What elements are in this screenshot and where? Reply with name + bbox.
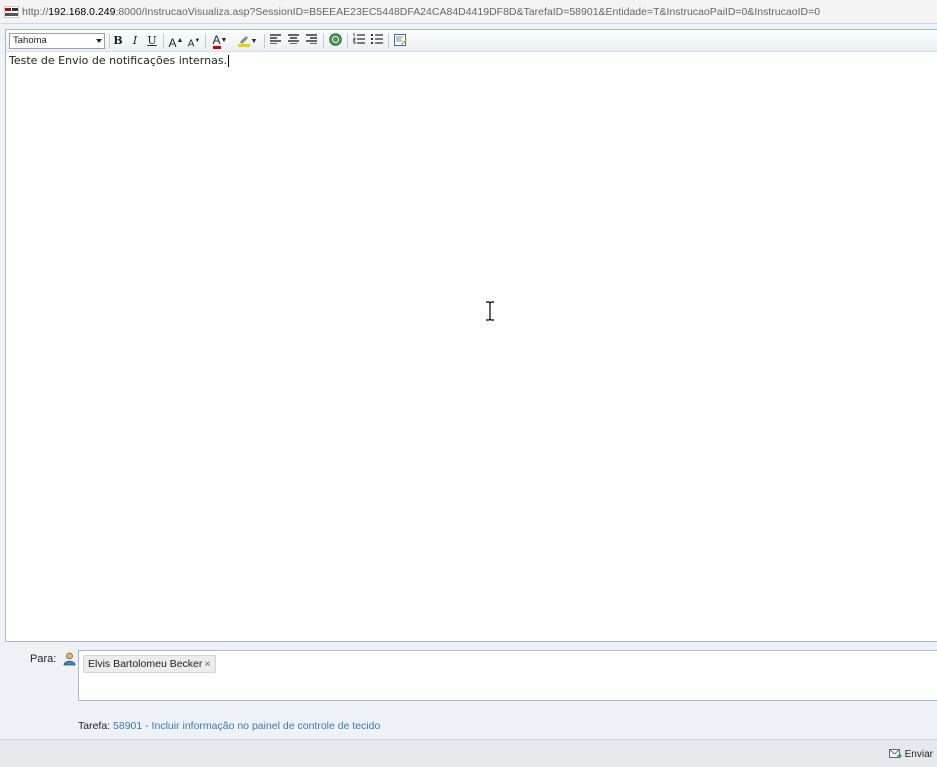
highlight-color-button[interactable]: ▼: [235, 33, 259, 49]
task-link[interactable]: 58901 - Incluir informação no painel de …: [113, 720, 380, 732]
chevron-down-icon: ▼: [250, 38, 258, 45]
grow-font-button[interactable]: A▲: [168, 33, 184, 50]
text-color-button[interactable]: A▼: [209, 33, 231, 49]
footer-bar: Enviar: [0, 739, 937, 767]
text-color-label: A: [212, 33, 221, 49]
site-favicon-icon: [4, 6, 19, 18]
chevron-down-icon: [96, 39, 102, 43]
align-left-button[interactable]: [268, 33, 282, 49]
send-button[interactable]: Enviar: [888, 747, 933, 763]
text-caret: [228, 55, 230, 67]
numbered-list-icon: [352, 33, 365, 45]
task-row: Tarefa: 58901 - Incluir informação no pa…: [78, 720, 380, 732]
highlighter-icon: [237, 36, 250, 47]
edit-html-button[interactable]: [392, 33, 408, 49]
align-left-icon: [269, 34, 281, 45]
globe-link-icon: [328, 33, 342, 46]
align-right-button[interactable]: [304, 33, 318, 49]
bullet-list-button[interactable]: [369, 33, 384, 49]
bullet-list-icon: [370, 34, 383, 44]
recipient-name: Elvis Bartolomeu Becker: [88, 658, 203, 670]
edit-source-icon: [393, 34, 407, 46]
font-family-select[interactable]: Tahoma: [9, 33, 105, 49]
toolbar-separator: [163, 34, 164, 48]
grow-font-label: A: [168, 36, 177, 50]
italic-button[interactable]: I: [128, 33, 142, 49]
numbered-list-button[interactable]: [351, 33, 366, 49]
url-host: 192.168.0.249: [48, 6, 116, 18]
toolbar-separator: [109, 34, 110, 48]
insert-link-button[interactable]: [327, 33, 343, 49]
ibeam-cursor-icon: [486, 301, 494, 321]
rich-text-editor: Tahoma B I U A▲ A▼ A▼ ▼ Teste de Envio d…: [5, 29, 937, 642]
remove-recipient-icon[interactable]: ×: [204, 658, 210, 670]
toolbar-separator: [347, 34, 348, 48]
underline-button[interactable]: U: [145, 33, 159, 49]
align-right-icon: [305, 34, 317, 45]
editor-content-text: Teste de Envio de notificações internas.: [9, 54, 228, 67]
send-label: Enviar: [904, 749, 933, 760]
url-prefix: http://: [22, 6, 49, 18]
url-rest: :8000/InstrucaoVisualiza.asp?SessionID=B…: [115, 6, 821, 18]
toolbar-separator: [205, 34, 206, 48]
recipients-label: Para:: [30, 653, 57, 665]
shrink-font-button[interactable]: A▼: [186, 33, 202, 49]
recipient-token: Elvis Bartolomeu Becker ×: [83, 655, 216, 673]
editor-toolbar: Tahoma B I U A▲ A▼ A▼ ▼: [6, 30, 937, 52]
chevron-down-icon: ▼: [220, 37, 228, 44]
task-label: Tarefa:: [78, 720, 111, 732]
font-family-value: Tahoma: [13, 35, 47, 46]
align-center-button[interactable]: [286, 33, 300, 49]
toolbar-separator: [264, 34, 265, 48]
send-mail-icon: [888, 749, 902, 759]
align-center-icon: [287, 34, 299, 45]
url-text[interactable]: http://192.168.0.249:8000/InstrucaoVisua…: [22, 6, 820, 18]
bold-button[interactable]: B: [111, 33, 125, 49]
address-bar: http://192.168.0.249:8000/InstrucaoVisua…: [0, 0, 937, 24]
toolbar-separator: [323, 34, 324, 48]
toolbar-separator: [388, 34, 389, 48]
contact-person-icon[interactable]: [63, 652, 76, 666]
editor-content[interactable]: Teste de Envio de notificações internas.: [9, 54, 230, 67]
recipients-input[interactable]: Elvis Bartolomeu Becker ×: [78, 650, 937, 701]
